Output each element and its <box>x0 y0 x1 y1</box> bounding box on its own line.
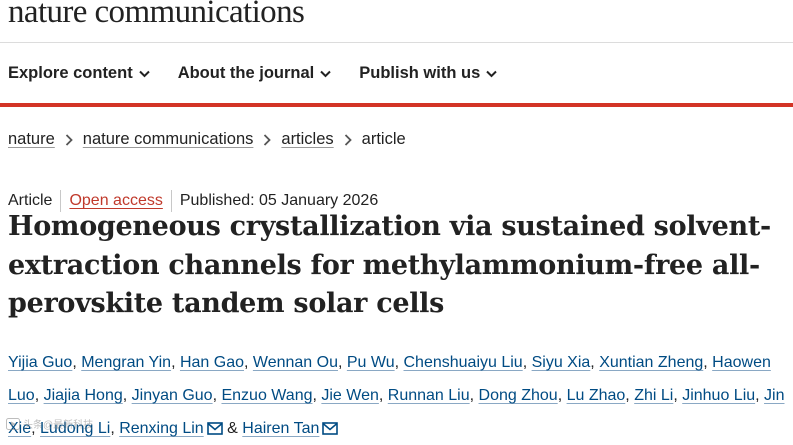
author-link[interactable]: Jinhuo Liu <box>682 387 755 404</box>
author-link[interactable]: Lu Zhao <box>567 387 626 404</box>
author-link[interactable]: Runnan Liu <box>388 387 470 404</box>
author-link[interactable]: Hairen Tan <box>242 420 319 437</box>
breadcrumb: nature nature communications articles ar… <box>8 130 406 149</box>
author-link[interactable]: Mengran Yin <box>81 354 171 371</box>
breadcrumb-link-articles[interactable]: articles <box>281 130 333 149</box>
chevron-right-icon <box>263 133 272 146</box>
header-divider <box>0 42 793 43</box>
email-icon[interactable] <box>322 422 339 435</box>
author-link[interactable]: Zhi Li <box>634 387 673 404</box>
nav-item-label: Publish with us <box>359 64 481 82</box>
chevron-down-icon <box>320 70 331 77</box>
watermark-logo-icon <box>6 417 20 430</box>
author-link[interactable]: Pu Wu <box>347 354 395 371</box>
nav-publish-with-us[interactable]: Publish with us <box>359 64 497 83</box>
author-conjunction: & <box>227 420 238 437</box>
author-link[interactable]: Han Gao <box>180 354 244 371</box>
author-link[interactable]: Jinyan Guo <box>132 387 213 404</box>
author-link[interactable]: Chenshuaiyu Liu <box>404 354 523 371</box>
main-nav: Explore content About the journal Publis… <box>8 64 525 83</box>
nav-about-journal[interactable]: About the journal <box>178 64 332 83</box>
journal-logo[interactable]: nature communications <box>8 0 305 31</box>
email-icon[interactable] <box>206 422 223 435</box>
nav-item-label: About the journal <box>177 64 315 82</box>
breadcrumb-current: article <box>361 130 406 148</box>
author-link[interactable]: Siyu Xia <box>532 354 591 371</box>
author-link[interactable]: Jie Wen <box>321 387 379 404</box>
chevron-down-icon <box>138 70 150 77</box>
author-link[interactable]: Wennan Ou <box>253 354 338 371</box>
author-link[interactable]: Renxing Lin <box>119 420 204 437</box>
chevron-right-icon <box>65 133 73 146</box>
chevron-right-icon <box>344 133 352 146</box>
watermark: 头条@最新科技 <box>6 416 93 431</box>
accent-bar <box>0 103 793 107</box>
author-link[interactable]: Xuntian Zheng <box>599 354 703 371</box>
author-link[interactable]: Dong Zhou <box>479 387 558 404</box>
breadcrumb-link-nature-communications[interactable]: nature communications <box>83 130 254 149</box>
breadcrumb-link-nature[interactable]: nature <box>8 130 55 149</box>
watermark-text: 头条@最新科技 <box>23 420 94 431</box>
nav-explore-content[interactable]: Explore content <box>8 64 150 83</box>
nav-item-label: Explore content <box>8 64 133 82</box>
author-list: Yijia Guo, Mengran Yin, Han Gao, Wennan … <box>8 354 785 437</box>
article-title: Homogeneous crystallization via sustaine… <box>8 211 771 319</box>
chevron-down-icon <box>486 70 497 77</box>
author-link[interactable]: Jiajia Hong <box>44 387 123 404</box>
author-link[interactable]: Enzuo Wang <box>221 387 312 404</box>
author-link[interactable]: Yijia Guo <box>8 354 72 371</box>
